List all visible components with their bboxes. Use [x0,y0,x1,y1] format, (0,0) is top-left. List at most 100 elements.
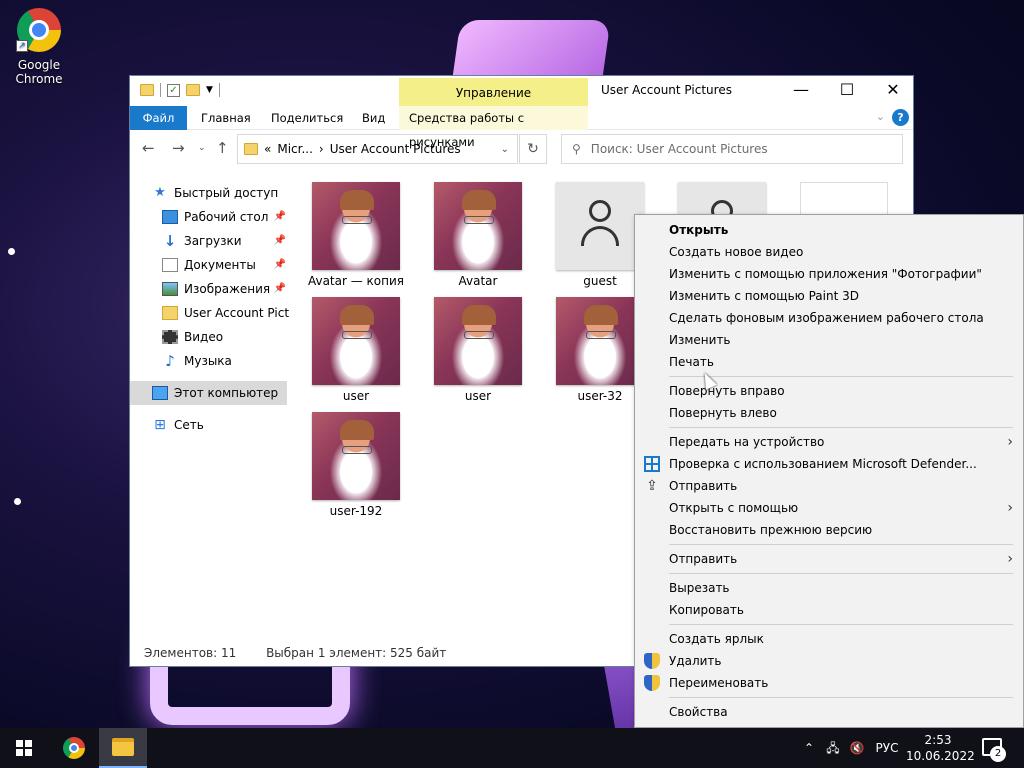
tab-picture-tools[interactable]: Средства работы с рисунками [399,106,588,149]
recent-dropdown-icon[interactable]: ⌄ [198,143,206,153]
expand-ribbon-icon[interactable]: ⌄ [876,110,885,123]
menu-item-copy[interactable]: Копировать [635,599,1023,621]
tab-view[interactable]: Вид [352,106,395,130]
tab-manage[interactable]: Управление [399,78,588,106]
new-folder-icon[interactable] [186,84,200,96]
share-icon: ⇪ [646,478,658,494]
breadcrumb-item[interactable]: Micr... [277,142,313,156]
menu-item-create-shortcut[interactable]: Создать ярлык [635,628,1023,650]
menu-separator [669,624,1013,625]
separator [160,83,161,97]
menu-item-open[interactable]: Открыть [635,219,1023,241]
image-thumbnail [556,182,644,270]
properties-icon[interactable]: ✓ [167,83,180,97]
refresh-button[interactable]: ↻ [519,134,547,164]
start-button[interactable] [0,728,48,768]
menu-item-delete[interactable]: Удалить [635,650,1023,672]
menu-item-edit-photos[interactable]: Изменить с помощью приложения "Фотографи… [635,263,1023,285]
minimize-button[interactable]: — [778,76,824,106]
menu-item-send-to[interactable]: Отправить › [635,548,1023,570]
network-status-icon[interactable]: 🖧 [822,728,844,768]
menu-separator [669,544,1013,545]
sidebar-item-videos[interactable]: Видео [130,325,290,349]
search-input[interactable]: ⚲ Поиск: User Account Pictures [561,134,903,164]
customize-dropdown-icon[interactable]: ▼ [206,85,213,95]
selection-info: Выбран 1 элемент: 525 байт [266,646,447,660]
menu-item-create-video[interactable]: Создать новое видео [635,241,1023,263]
address-bar[interactable]: « Micr... › User Account Pictures ⌄ [237,134,518,164]
sidebar-item-label: Рабочий стол [184,210,269,224]
sidebar-item-label: Видео [184,330,224,344]
pin-icon: 📌 [273,211,286,222]
menu-item-cut[interactable]: Вырезать [635,577,1023,599]
maximize-button[interactable]: ☐ [824,76,870,106]
forward-arrow-icon[interactable]: → [172,139,185,157]
input-language-indicator[interactable]: РУС [872,728,902,768]
breadcrumb-overflow[interactable]: « [264,142,271,156]
menu-item-restore-previous[interactable]: Восстановить прежнюю версию [635,519,1023,541]
folder-icon [140,84,154,96]
menu-separator [669,573,1013,574]
desktop-icon-google-chrome[interactable]: ↗ Google Chrome [8,8,70,86]
sidebar-item-music[interactable]: ♪ Музыка [130,349,290,373]
address-dropdown-icon[interactable]: ⌄ [501,144,509,155]
pin-icon: 📌 [273,235,286,246]
menu-item-edit-paint3d[interactable]: Изменить с помощью Paint 3D [635,285,1023,307]
file-name: Avatar — копия [307,274,405,288]
sidebar-item-network[interactable]: ⊞ Сеть [130,413,290,437]
breadcrumb-item[interactable]: User Account Pictures [330,142,461,156]
file-item[interactable]: Avatar [428,182,528,288]
close-button[interactable]: ✕ [870,76,916,106]
uac-shield-icon [644,675,660,691]
menu-item-cast-to-device[interactable]: Передать на устройство › [635,431,1023,453]
search-placeholder: Поиск: User Account Pictures [590,142,768,156]
tab-home[interactable]: Главная [191,106,261,130]
image-thumbnail [312,412,400,500]
help-icon[interactable]: ? [892,109,909,126]
sidebar-item-desktop[interactable]: Рабочий стол 📌 [130,205,290,229]
file-item[interactable]: user [428,297,528,403]
menu-item-print[interactable]: Печать [635,351,1023,373]
menu-item-open-with[interactable]: Открыть с помощью › [635,497,1023,519]
tab-file[interactable]: Файл [130,106,187,130]
clock-date: 10.06.2022 [906,749,975,763]
this-pc-icon [152,386,168,400]
menu-item-defender-scan[interactable]: Проверка с использованием Microsoft Defe… [635,453,1023,475]
network-icon: ⊞ [154,417,166,433]
tab-share[interactable]: Поделиться [261,106,353,130]
system-clock[interactable]: 2:53 10.06.2022 [906,732,975,764]
documents-icon [162,258,178,272]
sidebar-item-user-account-pictures[interactable]: User Account Pictur [130,301,290,325]
title-bar[interactable]: ✓ ▼ Управление User Account Pictures — ☐… [130,76,913,106]
volume-muted-icon[interactable]: 🔇 [846,728,868,768]
uac-shield-icon [644,653,660,669]
taskbar-explorer-button[interactable] [99,728,147,768]
taskbar-chrome-button[interactable] [50,728,98,768]
file-item[interactable]: user [306,297,406,403]
menu-item-properties[interactable]: Свойства [635,701,1023,723]
menu-item-share[interactable]: ⇪ Отправить [635,475,1023,497]
file-item[interactable]: user-192 [306,412,406,518]
back-arrow-icon[interactable]: ← [142,139,155,157]
file-item[interactable]: Avatar — копия [306,182,406,288]
menu-item-set-wallpaper[interactable]: Сделать фоновым изображением рабочего ст… [635,307,1023,329]
up-arrow-icon[interactable]: ↑ [216,139,229,157]
folder-icon [162,306,178,320]
menu-item-rotate-right[interactable]: Повернуть вправо [635,380,1023,402]
clock-time: 2:53 [924,733,952,747]
file-name: user-32 [577,389,623,403]
menu-item-rotate-left[interactable]: Повернуть влево [635,402,1023,424]
file-name: guest [583,274,617,288]
file-name: user [342,389,370,403]
menu-item-rename[interactable]: Переименовать [635,672,1023,694]
music-icon: ♪ [165,352,175,370]
sidebar-item-quick-access[interactable]: ★ Быстрый доступ [130,181,290,205]
menu-item-edit[interactable]: Изменить [635,329,1023,351]
show-hidden-icons-button[interactable]: ⌃ [798,728,820,768]
status-bar: Элементов: 11 Выбран 1 элемент: 525 байт [144,646,446,660]
sidebar-item-this-pc[interactable]: Этот компьютер [130,381,287,405]
sidebar-item-documents[interactable]: Документы 📌 [130,253,290,277]
sidebar-item-downloads[interactable]: ↓ Загрузки 📌 [130,229,290,253]
sidebar-item-pictures[interactable]: Изображения 📌 [130,277,290,301]
